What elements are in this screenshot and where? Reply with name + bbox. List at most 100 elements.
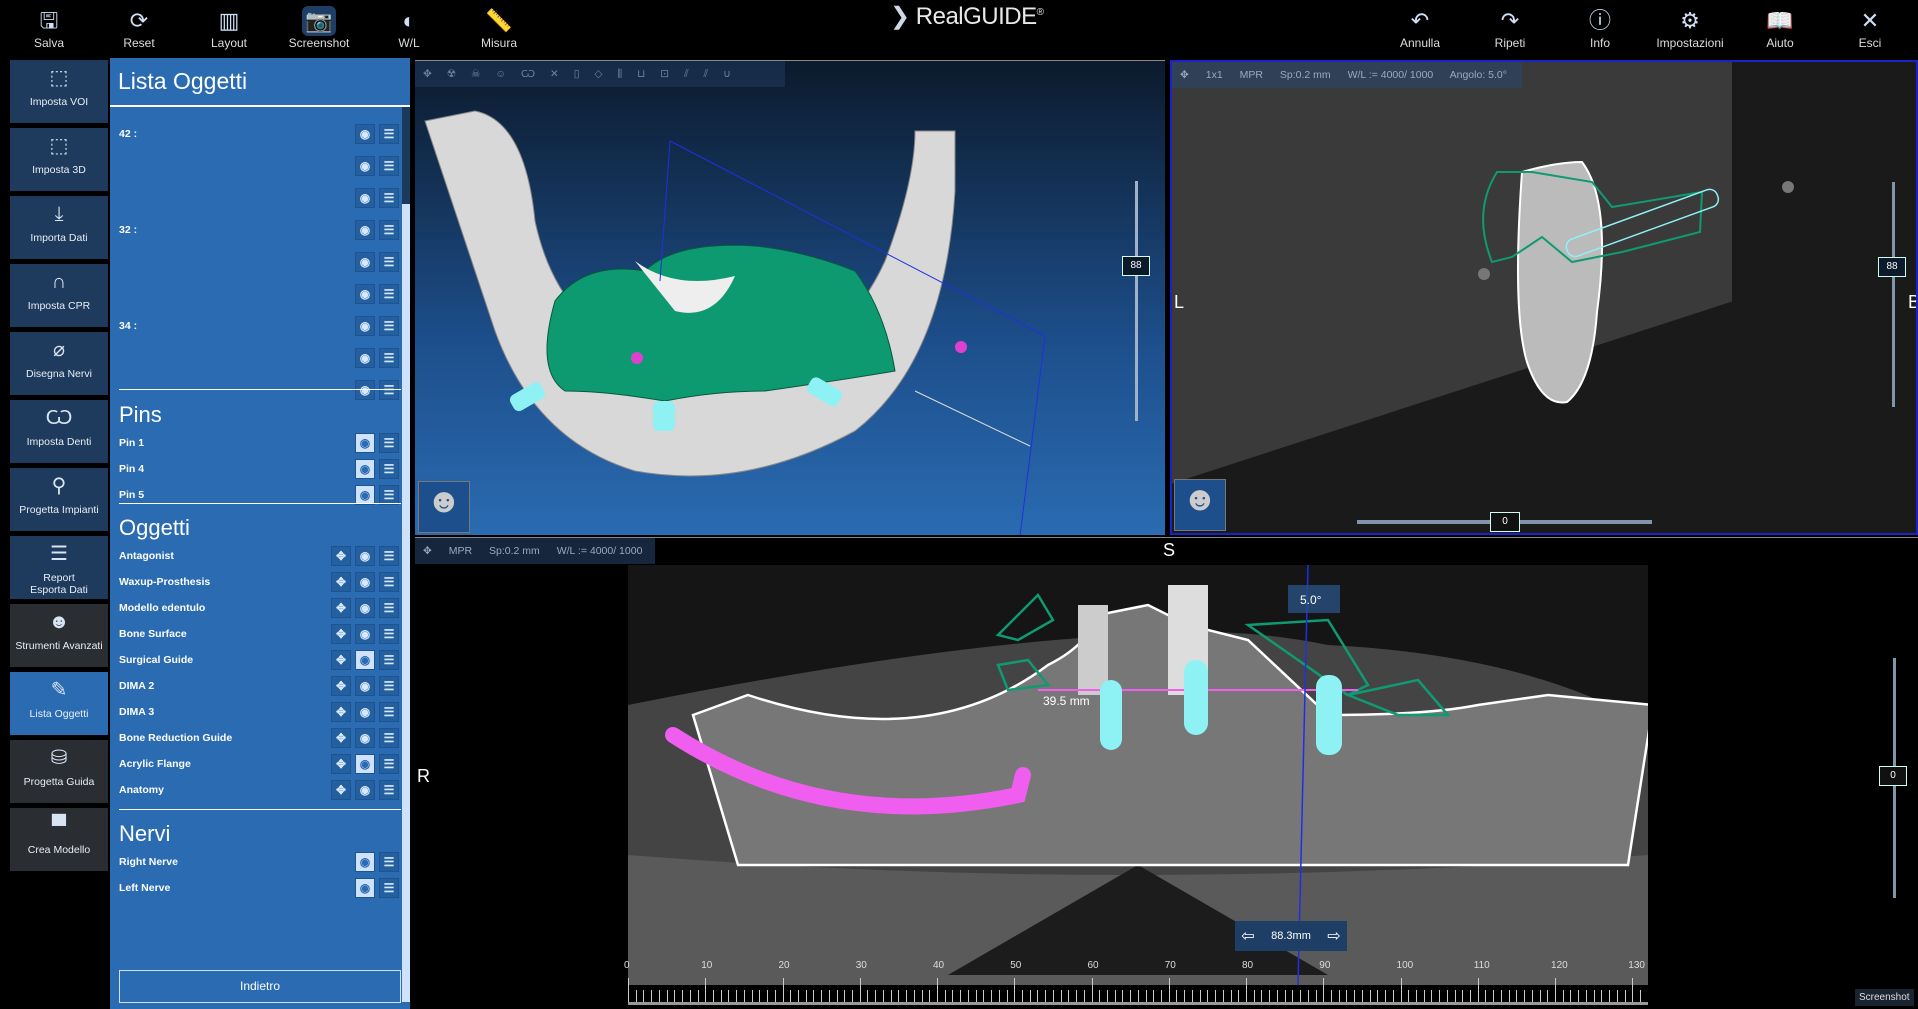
menu-icon[interactable]: ☰ — [379, 316, 399, 336]
screenshot-button[interactable]: 📷 Screenshot — [279, 6, 359, 50]
eye-icon[interactable]: ◉ — [355, 852, 375, 872]
scrollbar[interactable] — [402, 107, 410, 1002]
menu-icon[interactable]: ☰ — [379, 220, 399, 240]
aiuto-button[interactable]: 📖 Aiuto — [1740, 6, 1820, 50]
implant[interactable] — [1184, 660, 1208, 735]
sidebar-item-disegna-nervi[interactable]: ⌀ Disegna Nervi — [10, 332, 108, 395]
eye-icon[interactable]: ◉ — [355, 676, 375, 696]
info-button[interactable]: ⓘ Info — [1560, 6, 1640, 50]
move-icon[interactable]: ✥ — [331, 650, 351, 670]
menu-icon[interactable]: ☰ — [379, 650, 399, 670]
eye-icon[interactable]: ◉ — [355, 284, 375, 304]
salva-button[interactable]: 🖫 Salva — [9, 6, 89, 50]
panoramic-viewport[interactable]: ✥ MPR Sp:0.2 mm W/L := 4000/ 1000 S R 39… — [415, 537, 1918, 1009]
menu-icon[interactable]: ☰ — [379, 754, 399, 774]
menu-icon[interactable]: ☰ — [379, 284, 399, 304]
eye-icon[interactable]: ◉ — [355, 485, 375, 505]
w-l-button[interactable]: ◐ W/L — [369, 6, 449, 50]
eye-icon[interactable]: ◉ — [355, 878, 375, 898]
menu-icon[interactable]: ☰ — [379, 878, 399, 898]
3d-viewport[interactable]: ✥ ☢ ☠ ☺ Ѡ ✕ ▯ ◇ ⫼ ⊔ ⊡ ⫽ ⫽ ∪ 88 ☻ — [415, 60, 1165, 535]
eye-icon[interactable]: ◉ — [355, 188, 375, 208]
sidebar-item-importa-dati[interactable]: ⤓ Importa Dati — [10, 196, 108, 259]
impostazioni-button[interactable]: ⚙ Impostazioni — [1650, 6, 1730, 50]
eye-icon[interactable]: ◉ — [355, 348, 375, 368]
arrow-left-icon[interactable]: ⇦ — [1235, 926, 1261, 946]
back-button[interactable]: Indietro — [119, 970, 401, 1003]
eye-icon[interactable]: ◉ — [355, 380, 375, 400]
sidebar-item-report-esporta-dati[interactable]: ☰ Report Esporta Dati — [10, 536, 108, 599]
move-icon[interactable]: ✥ — [331, 624, 351, 644]
eye-icon[interactable]: ◉ — [355, 156, 375, 176]
slice-value[interactable]: 88 — [1878, 257, 1906, 277]
orientation-head-icon[interactable]: ☻ — [1174, 479, 1226, 531]
eye-icon[interactable]: ◉ — [355, 220, 375, 240]
cross-section-viewport[interactable]: ✥ 1x1 MPR Sp:0.2 mm W/L := 4000/ 1000 An… — [1170, 60, 1918, 535]
layout-button[interactable]: ▥ Layout — [189, 6, 269, 50]
menu-icon[interactable]: ☰ — [379, 124, 399, 144]
move-icon[interactable]: ✥ — [423, 545, 432, 557]
sidebar-item-progetta-impianti[interactable]: ⚲ Progetta Impianti — [10, 468, 108, 531]
menu-icon[interactable]: ☰ — [379, 728, 399, 748]
move-icon[interactable]: ✥ — [331, 572, 351, 592]
eye-icon[interactable]: ◉ — [355, 316, 375, 336]
move-icon[interactable]: ✥ — [331, 754, 351, 774]
menu-icon[interactable]: ☰ — [379, 485, 399, 505]
eye-icon[interactable]: ◉ — [355, 433, 375, 453]
eye-icon[interactable]: ◉ — [355, 650, 375, 670]
horizontal-slider-value[interactable]: 0 — [1490, 512, 1520, 532]
sidebar-item-progetta-guida[interactable]: ⛁ Progetta Guida — [10, 740, 108, 803]
misura-button[interactable]: 📏 Misura — [459, 6, 539, 50]
sidebar-item-imposta-voi[interactable]: ⬚ Imposta VOI — [10, 60, 108, 123]
menu-icon[interactable]: ☰ — [379, 348, 399, 368]
sidebar-item-imposta-3d[interactable]: ⬚ Imposta 3D — [10, 128, 108, 191]
eye-icon[interactable]: ◉ — [355, 572, 375, 592]
menu-icon[interactable]: ☰ — [379, 572, 399, 592]
menu-icon[interactable]: ☰ — [379, 852, 399, 872]
move-icon[interactable]: ✥ — [331, 702, 351, 722]
eye-icon[interactable]: ◉ — [355, 624, 375, 644]
eye-icon[interactable]: ◉ — [355, 754, 375, 774]
eye-icon[interactable]: ◉ — [355, 598, 375, 618]
eye-icon[interactable]: ◉ — [355, 546, 375, 566]
slice-slider[interactable] — [1135, 181, 1138, 421]
sidebar-item-imposta-cpr[interactable]: ∩ Imposta CPR — [10, 264, 108, 327]
move-icon[interactable]: ✥ — [331, 728, 351, 748]
menu-icon[interactable]: ☰ — [379, 546, 399, 566]
sidebar-item-imposta-denti[interactable]: Ѡ Imposta Denti — [10, 400, 108, 463]
eye-icon[interactable]: ◉ — [355, 459, 375, 479]
implant[interactable] — [1100, 680, 1122, 750]
slice-value[interactable]: 88 — [1122, 256, 1150, 276]
sidebar-item-crea-modello[interactable]: ▀ Crea Modello — [10, 808, 108, 871]
sidebar-item-lista-oggetti[interactable]: ✎ Lista Oggetti — [10, 672, 108, 735]
move-icon[interactable]: ✥ — [331, 546, 351, 566]
eye-icon[interactable]: ◉ — [355, 728, 375, 748]
menu-icon[interactable]: ☰ — [379, 459, 399, 479]
menu-icon[interactable]: ☰ — [379, 702, 399, 722]
ripeti-button[interactable]: ↷ Ripeti — [1470, 6, 1550, 50]
move-icon[interactable]: ✥ — [331, 598, 351, 618]
eye-icon[interactable]: ◉ — [355, 252, 375, 272]
esci-button[interactable]: ✕ Esci — [1830, 6, 1910, 50]
reset-button[interactable]: ⟳ Reset — [99, 6, 179, 50]
menu-icon[interactable]: ☰ — [379, 188, 399, 208]
menu-icon[interactable]: ☰ — [379, 252, 399, 272]
menu-icon[interactable]: ☰ — [379, 780, 399, 800]
annulla-button[interactable]: ↶ Annulla — [1380, 6, 1460, 50]
menu-icon[interactable]: ☰ — [379, 676, 399, 696]
slice-value[interactable]: 0 — [1879, 766, 1907, 786]
sidebar-item-strumenti-avanzati[interactable]: ☻ Strumenti Avanzati — [10, 604, 108, 667]
menu-icon[interactable]: ☰ — [379, 380, 399, 400]
eye-icon[interactable]: ◉ — [355, 780, 375, 800]
scrollbar-thumb[interactable] — [402, 107, 410, 204]
move-icon[interactable]: ✥ — [331, 780, 351, 800]
eye-icon[interactable]: ◉ — [355, 702, 375, 722]
rotate-handle[interactable] — [1782, 181, 1794, 193]
menu-icon[interactable]: ☰ — [379, 433, 399, 453]
rotate-handle[interactable] — [1478, 268, 1490, 280]
orientation-head-icon[interactable]: ☻ — [418, 481, 470, 533]
implant[interactable] — [1316, 675, 1342, 755]
menu-icon[interactable]: ☰ — [379, 624, 399, 644]
eye-icon[interactable]: ◉ — [355, 124, 375, 144]
menu-icon[interactable]: ☰ — [379, 156, 399, 176]
